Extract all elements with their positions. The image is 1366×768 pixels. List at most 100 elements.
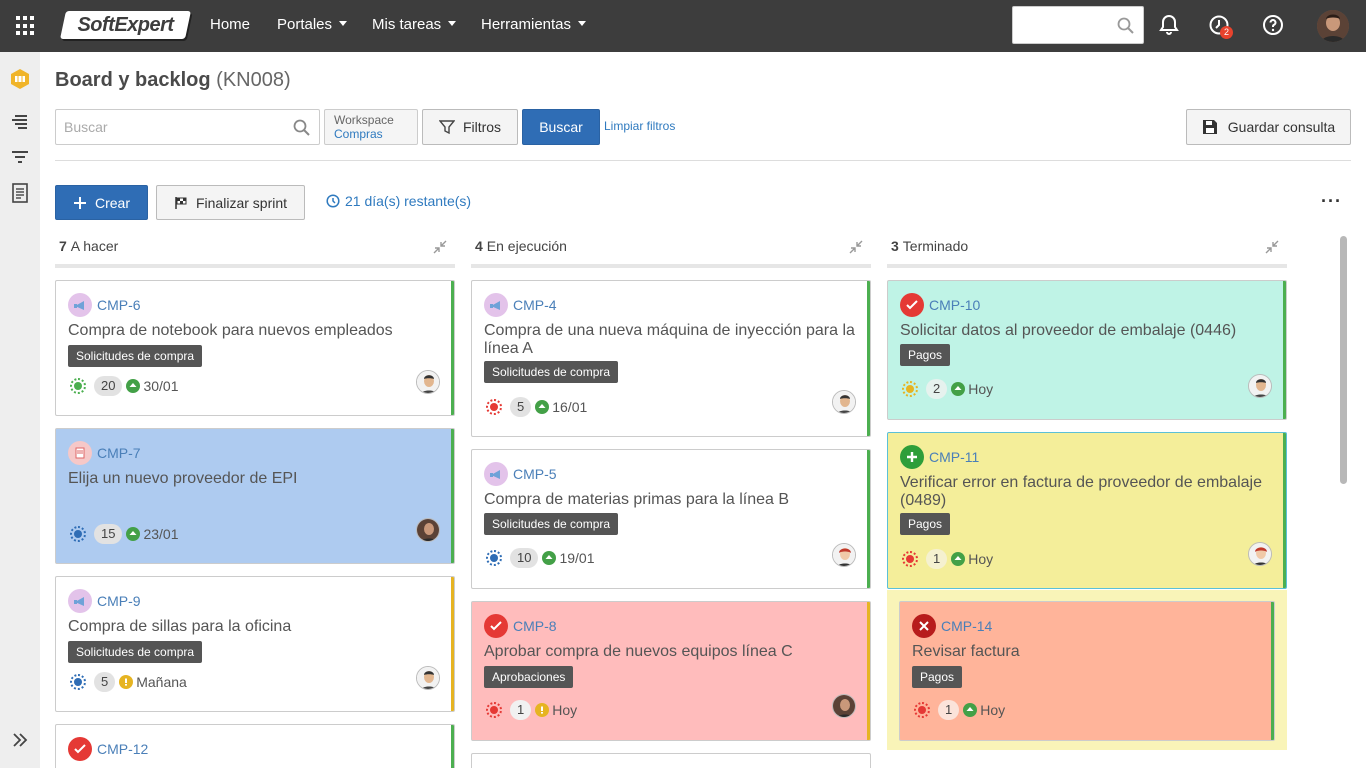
card-id[interactable]: CMP-9 — [97, 593, 141, 609]
workspace-value: Compras — [334, 127, 383, 141]
plus-icon — [73, 196, 86, 209]
nav-herramientas[interactable]: Herramientas — [481, 0, 587, 52]
assignee-avatar[interactable] — [416, 518, 440, 542]
filters-button[interactable]: Filtros — [422, 109, 518, 145]
card-id[interactable]: CMP-10 — [929, 297, 980, 313]
nav-mis-tareas[interactable]: Mis tareas — [372, 0, 457, 52]
task-card-cmp-6[interactable]: CMP-6 Compra de notebook para nuevos emp… — [55, 280, 455, 416]
due-date: Hoy — [552, 702, 578, 718]
card-id[interactable]: CMP-12 — [97, 741, 148, 757]
due-date: Hoy — [980, 702, 1006, 718]
task-card-cmp-12[interactable]: CMP-12 — [55, 724, 455, 768]
card-tag: Pagos — [912, 666, 963, 688]
task-card-cmp-8[interactable]: CMP-8 Aprobar compra de nuevos equipos l… — [471, 601, 871, 741]
search-icon[interactable] — [293, 119, 311, 137]
user-avatar[interactable] — [1317, 10, 1349, 42]
story-points: 2 — [926, 379, 948, 399]
board-search[interactable] — [55, 109, 320, 145]
page-code: (KN008) — [216, 69, 291, 91]
days-remaining[interactable]: 21 día(s) restante(s) — [326, 193, 471, 209]
page-title-text: Board y backlog — [55, 69, 211, 91]
help-icon[interactable] — [1261, 13, 1285, 37]
save-query-button[interactable]: Guardar consulta — [1186, 109, 1351, 145]
collapse-column-icon[interactable] — [433, 240, 447, 254]
nav-portales[interactable]: Portales — [277, 0, 348, 52]
column-header-in-progress: 4 En ejecución — [471, 238, 871, 268]
assignee-avatar[interactable] — [1248, 542, 1272, 566]
story-points: 5 — [510, 397, 532, 417]
board-app-icon[interactable] — [9, 68, 31, 90]
card-id[interactable]: CMP-14 — [941, 618, 992, 634]
filter-list-icon[interactable] — [9, 146, 31, 168]
card-title: Aprobar compra de nuevos equipos línea C — [484, 643, 793, 660]
filters-button-label: Filtros — [462, 119, 502, 135]
column-count: 4 — [475, 238, 483, 254]
assignee-avatar[interactable] — [416, 370, 440, 394]
card-id[interactable]: CMP-4 — [513, 297, 557, 313]
card-id[interactable]: CMP-8 — [513, 618, 557, 634]
due-date: 16/01 — [552, 399, 588, 415]
create-button[interactable]: Crear — [55, 185, 148, 220]
backlog-list-icon[interactable] — [9, 110, 31, 132]
task-card-partial[interactable] — [471, 753, 871, 768]
card-title: Compra de una nueva máquina de inyección… — [484, 322, 855, 357]
task-card-cmp-10[interactable]: CMP-10 Solicitar datos al proveedor de e… — [887, 280, 1287, 420]
task-card-cmp-11[interactable]: CMP-11 Verificar error en factura de pro… — [887, 432, 1287, 589]
arrow-up-icon — [951, 382, 966, 396]
card-id[interactable]: CMP-5 — [513, 466, 557, 482]
card-status-bar — [451, 725, 454, 768]
assignee-avatar[interactable] — [832, 543, 856, 567]
floppy-disk-icon — [1202, 120, 1217, 134]
megaphone-icon — [484, 462, 508, 486]
card-tag: Solicitudes de compra — [484, 513, 619, 535]
nav-home[interactable]: Home — [210, 0, 250, 52]
assignee-avatar[interactable] — [416, 666, 440, 690]
softexpert-logo[interactable]: SoftExpert — [60, 11, 191, 39]
shopping-cart-icon — [68, 441, 92, 465]
assignee-avatar[interactable] — [1248, 374, 1272, 398]
finish-sprint-button[interactable]: Finalizar sprint — [156, 185, 305, 220]
more-options-icon[interactable]: ··· — [1321, 192, 1342, 210]
board-scrollbar[interactable] — [1340, 236, 1347, 484]
close-icon — [912, 614, 936, 638]
collapse-column-icon[interactable] — [1265, 240, 1279, 254]
expand-sidebar-icon[interactable] — [10, 730, 30, 750]
card-status-bar — [451, 281, 454, 415]
page-title: Board y backlog (KN008) — [55, 69, 291, 92]
workspace-selector[interactable]: Workspace Compras — [324, 109, 418, 145]
bell-icon[interactable] — [1157, 13, 1181, 37]
card-id[interactable]: CMP-6 — [97, 297, 141, 313]
task-card-cmp-7[interactable]: CMP-7 Elija un nuevo proveedor de EPI 15… — [55, 428, 455, 564]
task-card-cmp-4[interactable]: CMP-4 Compra de una nueva máquina de iny… — [471, 280, 871, 437]
card-meta: 2 Hoy — [902, 379, 993, 399]
task-card-cmp-9[interactable]: CMP-9 Compra de sillas para la oficina S… — [55, 576, 455, 712]
collapse-column-icon[interactable] — [849, 240, 863, 254]
arrow-up-icon — [542, 551, 557, 565]
task-card-cmp-5[interactable]: CMP-5 Compra de materias primas para la … — [471, 449, 871, 589]
column-count: 3 — [891, 238, 899, 254]
board-search-input[interactable] — [64, 110, 284, 144]
task-card-cmp-14[interactable]: CMP-14 Revisar factura Pagos 1 Hoy — [899, 601, 1275, 741]
arrow-up-icon — [535, 400, 550, 414]
card-id[interactable]: CMP-11 — [929, 449, 979, 465]
clear-filters-link[interactable]: Limpiar filtros — [604, 119, 675, 133]
card-id[interactable]: CMP-7 — [97, 445, 141, 461]
story-points: 1 — [510, 700, 532, 720]
story-points: 1 — [938, 700, 960, 720]
card-meta: 20 30/01 — [70, 376, 179, 396]
exclamation-icon — [535, 703, 550, 717]
card-title: Compra de materias primas para la línea … — [484, 491, 790, 508]
apps-grid-icon[interactable] — [16, 16, 36, 36]
check-icon — [68, 737, 92, 761]
megaphone-icon — [68, 293, 92, 317]
assignee-avatar[interactable] — [832, 390, 856, 414]
assignee-avatar[interactable] — [832, 694, 856, 718]
report-document-icon[interactable] — [9, 182, 31, 204]
card-title: Elija un nuevo proveedor de EPI — [68, 470, 298, 487]
global-search-input[interactable] — [1012, 6, 1144, 44]
status-circle-icon — [914, 702, 930, 718]
nav-herramientas-label: Herramientas — [481, 16, 572, 33]
card-status-bar — [1283, 281, 1286, 419]
check-icon — [484, 614, 508, 638]
search-button[interactable]: Buscar — [522, 109, 600, 145]
